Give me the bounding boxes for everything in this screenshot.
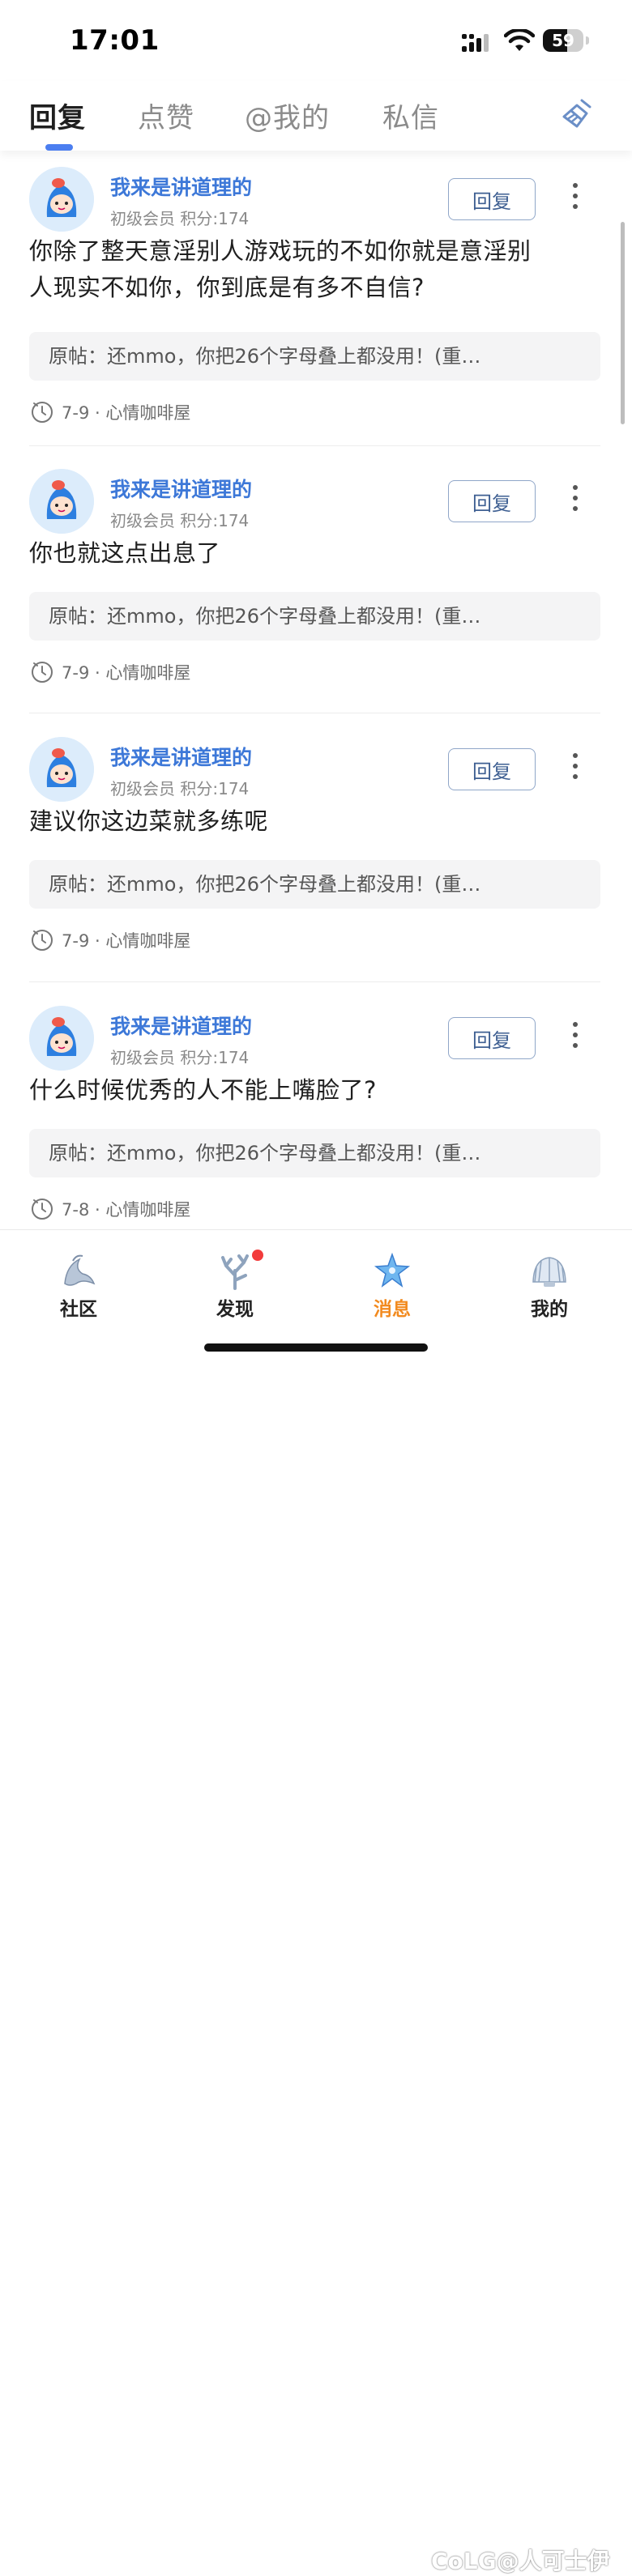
comment-text: 什么时候优秀的人不能上嘴脸了? — [29, 1072, 377, 1109]
comment-line: 建议你这边菜就多练呢 — [29, 807, 269, 835]
reply-card[interactable]: 我来是讲道理的 初级会员 积分:174 回复 你也就这点出息了 原帖：还mmo，… — [29, 453, 600, 688]
original-post-link[interactable]: 原帖：还mmo，你把26个字母叠上都没用！(重… — [29, 1129, 600, 1177]
post-date: 7-9 — [62, 403, 90, 423]
discover-icon — [221, 1254, 249, 1290]
time-board: 7-9 · 心情咖啡屋 — [62, 660, 190, 684]
comment-text: 你也就这点出息了 — [29, 535, 220, 572]
board-name[interactable]: 心情咖啡屋 — [105, 663, 190, 683]
post-date: 7-9 — [62, 663, 90, 683]
clock-icon — [32, 402, 53, 423]
divider — [29, 981, 600, 982]
clock-icon — [32, 1199, 53, 1220]
tab-mentions[interactable]: @我的 — [245, 96, 330, 135]
reply-button[interactable]: 回复 — [448, 1017, 536, 1059]
time-board: 7-9 · 心情咖啡屋 — [62, 928, 190, 952]
comment-text: 建议你这边菜就多练呢 — [29, 803, 268, 840]
nav-label: 发现 — [216, 1299, 254, 1320]
username[interactable]: 我来是讲道理的 — [110, 474, 252, 503]
divider — [29, 445, 600, 446]
meta-separator: · — [89, 1200, 106, 1220]
status-time: 17:01 — [70, 24, 160, 57]
reply-card[interactable]: 我来是讲道理的 初级会员 积分:174 回复 建议你这边菜就多练呢 原帖：还mm… — [29, 721, 600, 956]
reply-button[interactable]: 回复 — [448, 480, 536, 522]
username[interactable]: 我来是讲道理的 — [110, 1011, 252, 1040]
reply-card[interactable]: 我来是讲道理的 初级会员 积分:174 回复 什么时候优秀的人不能上嘴脸了? 原… — [29, 990, 600, 1229]
profile-icon — [532, 1257, 566, 1287]
nav-community[interactable]: 社区 — [26, 1235, 131, 1320]
reply-card[interactable]: 我来是讲道理的 初级会员 积分:174 回复 你除了整天意淫别人游戏玩的不如你就… — [29, 151, 600, 423]
nav-messages[interactable]: 消息 — [339, 1235, 445, 1320]
original-post-link[interactable]: 原帖：还mmo，你把26个字母叠上都没用！(重… — [29, 332, 600, 381]
tab-private-messages[interactable]: 私信 — [382, 96, 439, 135]
nav-profile[interactable]: 我的 — [497, 1235, 602, 1320]
original-post-text: 原帖：还mmo，你把26个字母叠上都没用！(重… — [49, 605, 481, 628]
tab-likes[interactable]: 点赞 — [138, 96, 194, 135]
clock-icon — [32, 930, 53, 951]
nav-label: 社区 — [60, 1299, 97, 1320]
clock-icon — [32, 662, 53, 683]
watermark: CoLG@人可士伊 — [431, 2548, 610, 2574]
more-options-icon[interactable] — [570, 485, 580, 517]
comment-line: 你也就这点出息了 — [29, 539, 221, 567]
comment-line: 人现实不如你，你到底是有多不自信? — [29, 274, 425, 301]
time-board: 7-8 · 心情咖啡屋 — [62, 1197, 190, 1221]
scrollbar[interactable] — [621, 222, 625, 424]
broom-icon[interactable] — [559, 96, 595, 131]
status-bar: 17:01 59 — [0, 0, 632, 81]
notification-badge — [252, 1250, 263, 1261]
user-level-points: 初级会员 积分:174 — [110, 209, 250, 228]
meta-separator: · — [89, 931, 106, 951]
user-level-points: 初级会员 积分:174 — [110, 1048, 250, 1067]
original-post-link[interactable]: 原帖：还mmo，你把26个字母叠上都没用！(重… — [29, 592, 600, 641]
reply-button[interactable]: 回复 — [448, 178, 536, 220]
battery-icon: 59 — [543, 29, 591, 53]
username[interactable]: 我来是讲道理的 — [110, 172, 252, 201]
nav-discover[interactable]: 发现 — [182, 1235, 288, 1320]
nav-label: 我的 — [531, 1299, 568, 1320]
wifi-icon — [504, 29, 535, 51]
avatar[interactable] — [29, 1006, 94, 1071]
post-date: 7-9 — [62, 931, 90, 951]
comment-line: 什么时候优秀的人不能上嘴脸了? — [29, 1076, 377, 1104]
username[interactable]: 我来是讲道理的 — [110, 742, 252, 771]
post-date: 7-8 — [62, 1200, 90, 1220]
time-board: 7-9 · 心情咖啡屋 — [62, 400, 190, 424]
message-tabs-header: 回复 点赞 @我的 私信 — [0, 81, 632, 151]
battery-level: 59 — [552, 31, 574, 50]
tab-replies[interactable]: 回复 — [29, 96, 86, 135]
user-level-points: 初级会员 积分:174 — [110, 779, 250, 798]
original-post-text: 原帖：还mmo，你把26个字母叠上都没用！(重… — [49, 873, 481, 896]
more-options-icon[interactable] — [570, 753, 580, 786]
active-tab-indicator — [45, 144, 73, 151]
meta-separator: · — [89, 403, 106, 423]
avatar[interactable] — [29, 167, 94, 232]
avatar[interactable] — [29, 469, 94, 534]
reply-list: 我来是讲道理的 初级会员 积分:174 回复 你除了整天意淫别人游戏玩的不如你就… — [0, 151, 632, 1229]
avatar[interactable] — [29, 737, 94, 802]
cellular-signal-icon — [462, 34, 489, 52]
original-post-text: 原帖：还mmo，你把26个字母叠上都没用！(重… — [49, 345, 481, 368]
community-icon — [64, 1254, 96, 1286]
meta-separator: · — [89, 663, 106, 683]
original-post-link[interactable]: 原帖：还mmo，你把26个字母叠上都没用！(重… — [29, 860, 600, 909]
comment-text: 你除了整天意淫别人游戏玩的不如你就是意淫别 人现实不如你，你到底是有多不自信? — [29, 233, 532, 306]
more-options-icon[interactable] — [570, 183, 580, 215]
nav-label: 消息 — [374, 1299, 411, 1320]
user-level-points: 初级会员 积分:174 — [110, 511, 250, 530]
home-indicator[interactable] — [204, 1343, 428, 1352]
message-icon — [374, 1252, 411, 1288]
board-name[interactable]: 心情咖啡屋 — [105, 403, 190, 423]
more-options-icon[interactable] — [570, 1022, 580, 1054]
comment-line: 你除了整天意淫别人游戏玩的不如你就是意淫别 — [29, 237, 532, 265]
board-name[interactable]: 心情咖啡屋 — [105, 1200, 190, 1220]
reply-button[interactable]: 回复 — [448, 748, 536, 790]
original-post-text: 原帖：还mmo，你把26个字母叠上都没用！(重… — [49, 1142, 481, 1165]
board-name[interactable]: 心情咖啡屋 — [105, 931, 190, 951]
